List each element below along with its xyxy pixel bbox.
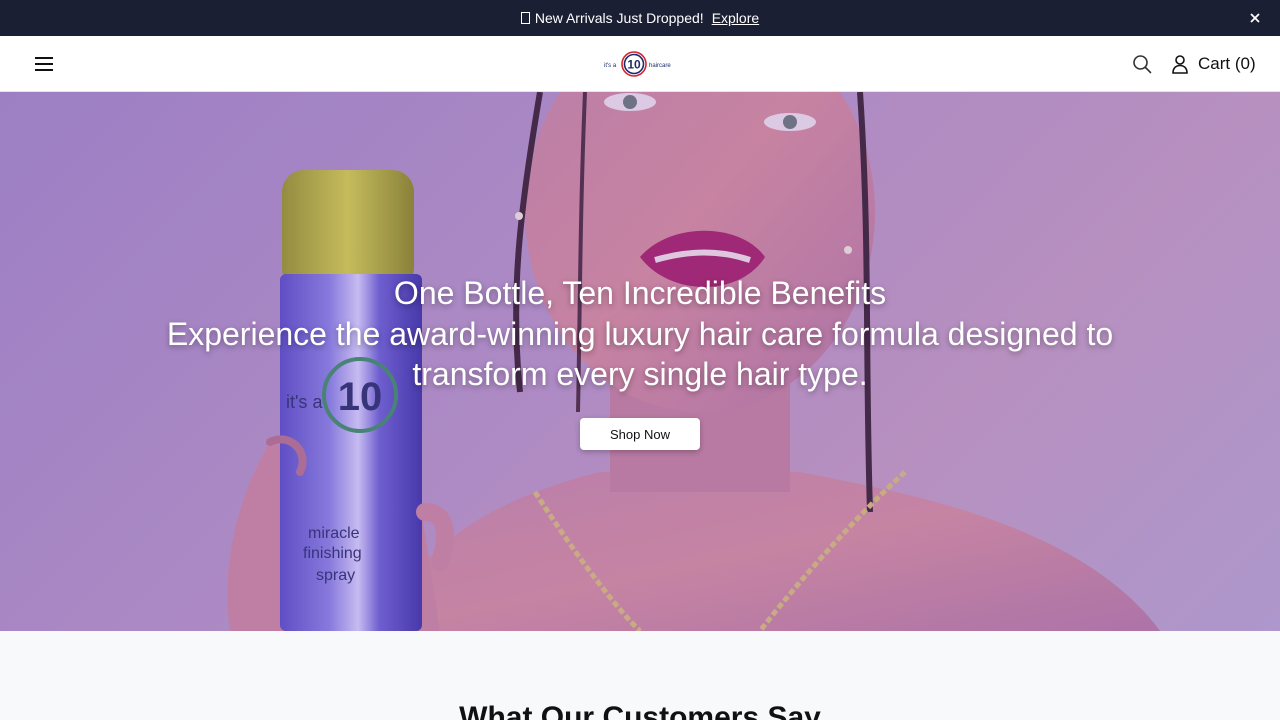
close-icon[interactable] bbox=[1246, 9, 1264, 27]
logo-number: 10 bbox=[627, 58, 641, 72]
reviews-heading: What Our Customers Say bbox=[459, 701, 821, 720]
gift-icon bbox=[520, 12, 530, 24]
logo-prefix: it's a bbox=[604, 63, 617, 69]
customer-reviews-section: What Our Customers Say bbox=[0, 631, 1280, 720]
hamburger-menu-icon[interactable] bbox=[32, 54, 56, 74]
hero-banner: 10 it's a miracle finishing spray One Bo… bbox=[0, 92, 1280, 631]
announcement-explore-link[interactable]: Explore bbox=[712, 10, 759, 26]
user-icon[interactable] bbox=[1169, 53, 1191, 75]
logo-suffix: haircare bbox=[649, 63, 671, 69]
hero-subtitle: Experience the award-winning luxury hair… bbox=[166, 316, 1114, 392]
cart-button[interactable]: Cart (0) bbox=[1198, 53, 1256, 75]
brand-logo[interactable]: it's a 10 haircare bbox=[600, 48, 680, 80]
search-icon[interactable] bbox=[1131, 53, 1153, 75]
site-header: it's a 10 haircare Cart (0) bbox=[0, 36, 1280, 92]
hero-title: One Bottle, Ten Incredible Benefits bbox=[393, 275, 887, 311]
announcement-text: New Arrivals Just Dropped! bbox=[534, 10, 704, 26]
shop-now-button[interactable]: Shop Now bbox=[580, 418, 700, 450]
announcement-bar: New Arrivals Just Dropped! Explore bbox=[0, 0, 1280, 36]
